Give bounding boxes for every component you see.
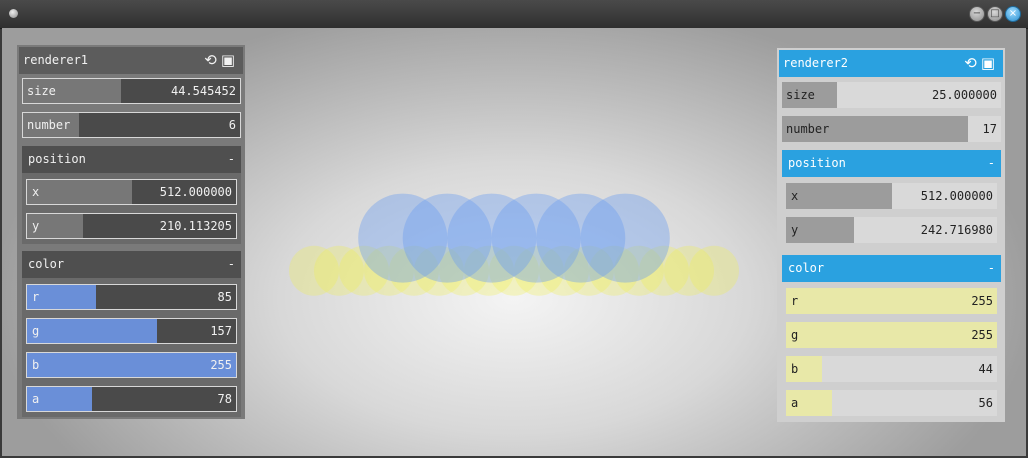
slider-label: size — [27, 84, 56, 98]
renderer2-r-slider[interactable]: r 255 — [786, 288, 997, 314]
slider-label: r — [32, 290, 40, 304]
renderer1-g-slider[interactable]: g 157 — [26, 318, 237, 344]
renderer2-y-slider[interactable]: y 242.716980 — [786, 217, 997, 243]
renderer1-y-slider[interactable]: y 210.113205 — [26, 213, 237, 239]
save-icon[interactable]: ▣ — [221, 51, 239, 69]
color-group-header[interactable]: color - — [782, 255, 1001, 282]
group-title: color — [788, 261, 825, 275]
slider-label: a — [32, 392, 40, 406]
slider-label: number — [27, 118, 71, 132]
slider-value: 255 — [210, 358, 232, 372]
slider-fill — [786, 288, 997, 314]
slider-value: 255 — [971, 328, 993, 342]
collapse-icon[interactable]: - — [228, 251, 235, 278]
renderer2-title: renderer2 — [783, 56, 849, 70]
renderer2-circle — [689, 245, 739, 296]
group-title: position — [28, 152, 86, 166]
renderer1-number-slider[interactable]: number 6 — [22, 112, 241, 138]
slider-label: number — [786, 122, 830, 136]
renderer1-size-slider[interactable]: size 44.545452 — [22, 78, 241, 104]
group-title: color — [28, 257, 65, 271]
collapse-icon[interactable]: - — [228, 146, 235, 173]
color-group-header[interactable]: color - — [22, 251, 241, 278]
renderer1-panel: renderer1 ⟲▣ size 44.545452 number 6 pos… — [17, 45, 245, 419]
minimize-button[interactable]: − — [969, 6, 985, 22]
slider-value: 255 — [971, 294, 993, 308]
slider-value: 56 — [978, 396, 993, 410]
position-group-header[interactable]: position - — [22, 146, 241, 173]
renderer2-number-slider[interactable]: number 17 — [782, 116, 1001, 142]
app-window: − □ × renderer1 ⟲▣ size 44.545452 number… — [0, 0, 1028, 458]
save-icon[interactable]: ▣ — [981, 54, 999, 72]
title-bar: − □ × — [0, 0, 1028, 29]
slider-value: 512.000000 — [920, 189, 993, 203]
slider-fill — [27, 180, 132, 204]
slider-value: 17 — [982, 122, 997, 136]
slider-value: 85 — [217, 290, 232, 304]
slider-value: 512.000000 — [159, 185, 232, 199]
slider-value: 44.545452 — [170, 84, 236, 98]
renderer2-b-slider[interactable]: b 44 — [786, 356, 997, 382]
slider-fill — [27, 353, 236, 377]
slider-fill — [27, 319, 157, 343]
slider-label: a — [791, 396, 799, 410]
slider-value: 242.716980 — [920, 223, 993, 237]
slider-value: 78 — [217, 392, 232, 406]
slider-label: y — [32, 219, 40, 233]
circle-app-icon — [9, 9, 18, 18]
slider-label: r — [791, 294, 799, 308]
renderer2-a-slider[interactable]: a 56 — [786, 390, 997, 416]
renderer1-x-slider[interactable]: x 512.000000 — [26, 179, 237, 205]
slider-label: g — [791, 328, 799, 342]
maximize-button[interactable]: □ — [987, 6, 1003, 22]
slider-label: g — [32, 324, 40, 338]
renderer1-header[interactable]: renderer1 ⟲▣ — [19, 47, 243, 74]
slider-value: 44 — [978, 362, 993, 376]
renderer1-a-slider[interactable]: a 78 — [26, 386, 237, 412]
renderer2-panel: renderer2 ⟲▣ size 25.000000 number 17 po… — [777, 48, 1005, 422]
refresh-icon[interactable]: ⟲ — [964, 54, 981, 72]
slider-label: x — [32, 185, 40, 199]
close-button[interactable]: × — [1005, 6, 1021, 22]
renderer2-g-slider[interactable]: g 255 — [786, 322, 997, 348]
renderer1-color-group: color - r 85 g 157 b 255 a 78 — [22, 251, 241, 417]
slider-label: b — [32, 358, 40, 372]
renderer2-header[interactable]: renderer2 ⟲▣ — [779, 50, 1003, 77]
renderer2-x-slider[interactable]: x 512.000000 — [786, 183, 997, 209]
slider-label: size — [786, 88, 815, 102]
renderer2-size-slider[interactable]: size 25.000000 — [782, 82, 1001, 108]
slider-label: b — [791, 362, 799, 376]
refresh-icon[interactable]: ⟲ — [204, 51, 221, 69]
renderer1-r-slider[interactable]: r 85 — [26, 284, 237, 310]
slider-value: 157 — [210, 324, 232, 338]
collapse-icon[interactable]: - — [988, 255, 995, 282]
slider-fill — [786, 322, 997, 348]
collapse-icon[interactable]: - — [988, 150, 995, 177]
slider-fill — [786, 183, 892, 209]
renderer2-color-group: color - r 255 g 255 b 44 a 56 — [782, 255, 1001, 421]
renderer1-circle — [580, 193, 670, 283]
slider-value: 25.000000 — [931, 88, 997, 102]
group-title: position — [788, 156, 846, 170]
renderer1-position-group: position - x 512.000000 y 210.113205 — [22, 146, 241, 244]
renderer1-b-slider[interactable]: b 255 — [26, 352, 237, 378]
slider-label: x — [791, 189, 799, 203]
slider-label: y — [791, 223, 799, 237]
renderer2-position-group: position - x 512.000000 y 242.716980 — [782, 150, 1001, 248]
position-group-header[interactable]: position - — [782, 150, 1001, 177]
slider-value: 6 — [228, 118, 236, 132]
renderer1-title: renderer1 — [23, 53, 89, 67]
slider-value: 210.113205 — [159, 219, 232, 233]
